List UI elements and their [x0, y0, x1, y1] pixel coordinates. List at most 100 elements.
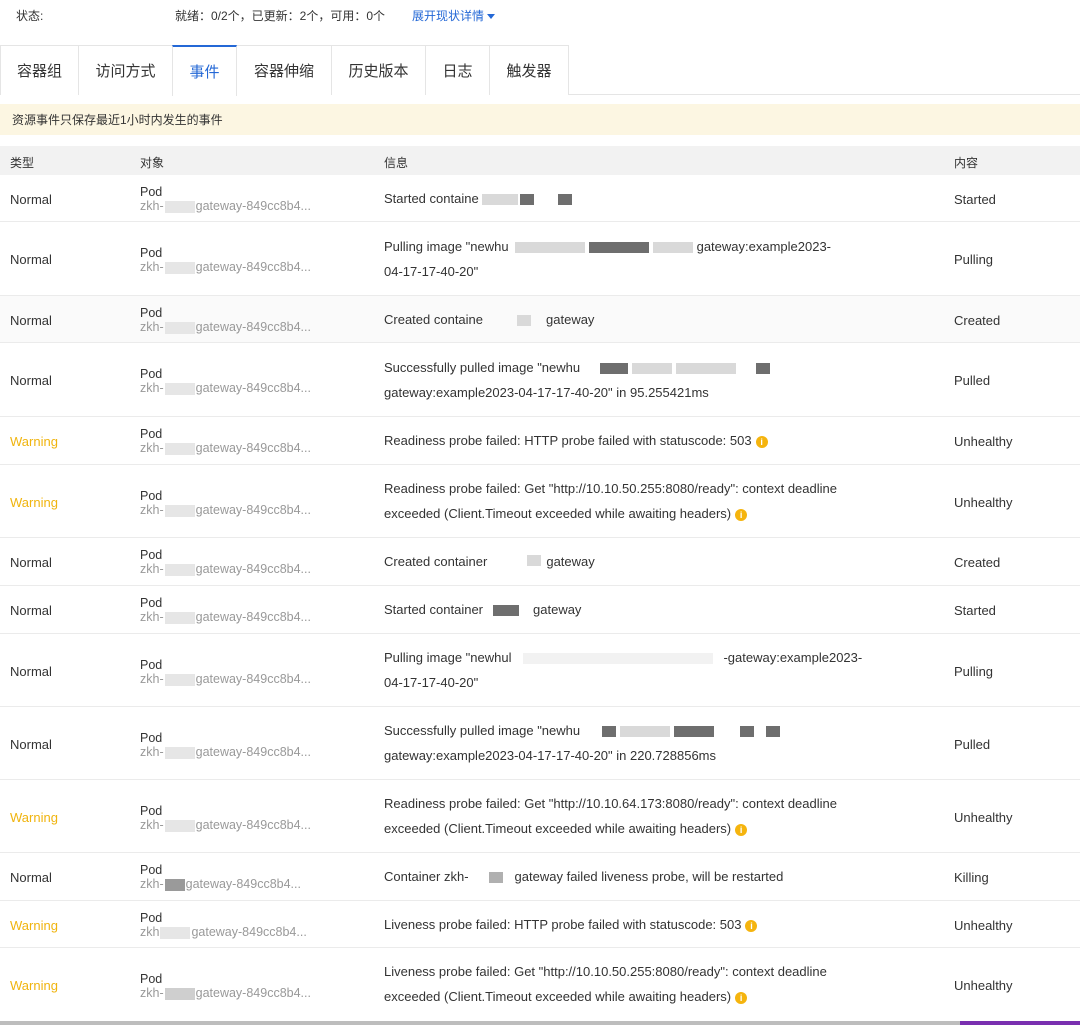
redacted-mask [164, 673, 195, 686]
event-reason: Unhealthy [954, 978, 1013, 993]
object-name-suffix: gateway-849cc8b4... [195, 320, 311, 334]
redacted-mask [164, 261, 195, 274]
event-type: Normal [10, 737, 52, 752]
message-text: Pulling image "newhul [384, 650, 512, 665]
message-text: Created container [384, 554, 488, 569]
object-kind: Pod [140, 863, 163, 877]
object-name-prefix: zkh- [140, 441, 164, 455]
info-icon[interactable]: i [735, 823, 748, 836]
events-retention-notice: 资源事件只保存最近1小时内发生的事件 [0, 104, 1080, 135]
object-name-prefix: zkh [140, 925, 160, 939]
table-row: Normal Pod zkh-gateway-849cc8b4... Succe… [0, 343, 1080, 417]
tab-pods[interactable]: 容器组 [0, 45, 79, 95]
redacted-mask [527, 555, 542, 566]
event-object: Pod zkh-gateway-849cc8b4... [140, 427, 311, 455]
object-name: zkh-gateway-849cc8b4... [140, 745, 311, 759]
expand-status-details-label[interactable]: 展开现状详情 [412, 9, 484, 23]
tab-history[interactable]: 历史版本 [331, 45, 426, 95]
table-row: Warning Pod zkh gateway-849cc8b4... Liven… [0, 901, 1080, 948]
info-icon[interactable]: i [735, 991, 748, 1004]
tab-label[interactable]: 访问方式 [95, 60, 155, 81]
tab-events[interactable]: 事件 [172, 45, 237, 96]
info-icon[interactable]: i [735, 508, 748, 521]
event-object: Pod zkh-gateway-849cc8b4... [140, 306, 311, 334]
message-text: gateway:example2023-04-17-17-40-20" in 2… [384, 748, 717, 763]
event-object: Pod zkh-gateway-849cc8b4... [140, 367, 311, 395]
table-row: Normal Pod zkh-gateway-849cc8b4... Pulli… [0, 222, 1080, 296]
event-reason: Unhealthy [954, 918, 1013, 933]
table-row: Warning Pod zkh-gateway-849cc8b4... Read… [0, 417, 1080, 465]
event-message: Created container gateway [384, 549, 884, 574]
event-reason: Started [954, 192, 996, 207]
tab-scaling[interactable]: 容器伸缩 [236, 45, 332, 95]
table-header: 类型 对象 信息 内容 [0, 146, 1080, 175]
redacted-mask [766, 726, 781, 738]
scrollbar-accent [960, 1021, 1080, 1025]
event-reason: Created [954, 313, 1001, 328]
tab-label[interactable]: 历史版本 [348, 60, 408, 81]
redacted-mask [164, 563, 195, 576]
message-text: Created containe [384, 312, 484, 327]
event-reason: Pulled [954, 373, 991, 388]
object-kind: Pod [140, 367, 163, 381]
object-name-suffix: gateway-849cc8b4... [195, 986, 311, 1000]
redacted-mask [164, 200, 195, 213]
object-name-prefix: zkh- [140, 818, 164, 832]
redacted-mask [558, 194, 573, 206]
tab-triggers[interactable]: 触发器 [489, 45, 569, 95]
bottom-scrollbar[interactable] [0, 1021, 1080, 1025]
tab-access[interactable]: 访问方式 [78, 45, 173, 95]
chevron-down-icon[interactable] [487, 14, 496, 20]
header-message: 信息 [384, 156, 409, 170]
info-icon[interactable]: i [755, 435, 768, 448]
event-object: Pod zkh-gateway-849cc8b4... [140, 863, 301, 891]
message-text: Liveness probe failed: Get "http://10.10… [384, 964, 827, 979]
object-name-prefix: zkh- [140, 610, 164, 624]
tab-label[interactable]: 容器伸缩 [254, 60, 314, 81]
message-text: gateway [546, 312, 595, 327]
message-text: Successfully pulled image "newhu [384, 723, 581, 738]
table-row: Normal Pod zkh-gateway-849cc8b4... Conta… [0, 853, 1080, 901]
event-reason: Pulled [954, 737, 991, 752]
event-object: Pod zkh gateway-849cc8b4... [140, 911, 307, 939]
message-text: Readiness probe failed: Get "http://10.1… [384, 481, 837, 496]
redacted-mask [493, 605, 520, 617]
event-message: Successfully pulled image "newhu gateway:… [384, 718, 884, 768]
event-reason: Created [954, 555, 1001, 570]
info-icon[interactable]: i [745, 919, 758, 932]
tab-label[interactable]: 事件 [189, 61, 219, 82]
tab-label[interactable]: 容器组 [17, 60, 62, 81]
event-message: Readiness probe failed: HTTP probe faile… [384, 428, 884, 453]
table-row: Normal Pod zkh-gateway-849cc8b4... Start… [0, 175, 1080, 222]
expand-status-details-link[interactable]: 展开现状详情 [412, 7, 496, 24]
redacted-mask [756, 363, 771, 375]
object-kind: Pod [140, 596, 163, 610]
tab-label[interactable]: 日志 [442, 60, 472, 81]
redacted-mask [652, 242, 693, 254]
tab-logs[interactable]: 日志 [425, 45, 490, 95]
object-name-prefix: zkh- [140, 503, 164, 517]
redacted-mask [514, 242, 585, 254]
redacted-mask [523, 653, 714, 665]
object-kind: Pod [140, 306, 163, 320]
object-name-prefix: zkh- [140, 745, 164, 759]
event-type: Normal [10, 603, 52, 618]
message-text: exceeded (Client.Timeout exceeded while … [384, 989, 732, 1004]
table-row: Normal Pod zkh-gateway-849cc8b4... Start… [0, 586, 1080, 634]
object-name: zkh-gateway-849cc8b4... [140, 441, 311, 455]
object-name-suffix: gateway-849cc8b4... [195, 610, 311, 624]
redacted-mask [164, 504, 195, 517]
message-line: Pulling image "newhu gateway:example2023- [384, 234, 884, 259]
object-name: zkh-gateway-849cc8b4... [140, 986, 311, 1000]
message-text: gateway:example2023- [696, 239, 832, 254]
message-text: 04-17-17-40-20" [384, 675, 479, 690]
object-kind: Pod [140, 427, 163, 441]
object-name-suffix: gateway-849cc8b4... [185, 877, 301, 891]
object-name-suffix: gateway-849cc8b4... [195, 562, 311, 576]
message-text: Started containe [384, 191, 479, 206]
object-name: zkh-gateway-849cc8b4... [140, 503, 311, 517]
message-text: Container zkh- [384, 869, 469, 884]
object-kind: Pod [140, 658, 163, 672]
tab-label[interactable]: 触发器 [506, 60, 551, 81]
object-name: zkh-gateway-849cc8b4... [140, 260, 311, 274]
